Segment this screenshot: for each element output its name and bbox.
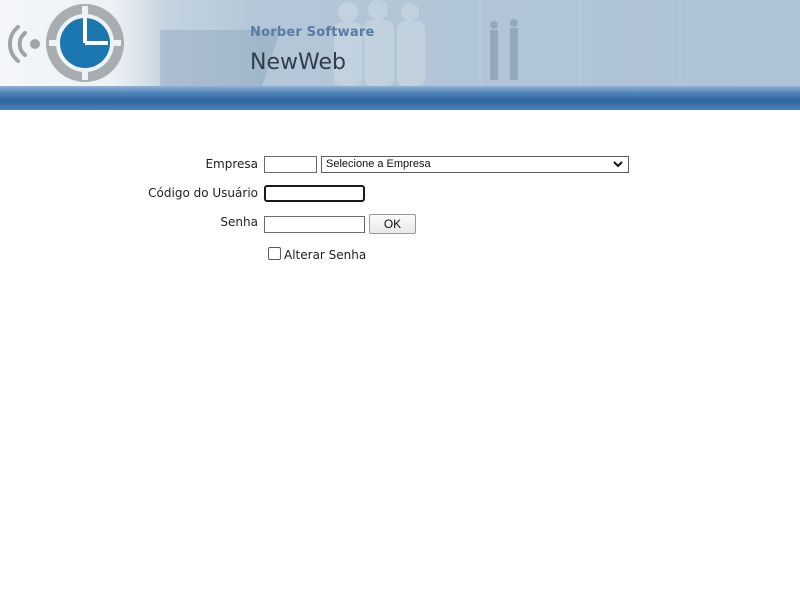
usuario-input[interactable] (264, 185, 365, 202)
empresa-select[interactable]: Selecione a Empresa (321, 156, 629, 173)
empresa-code-input[interactable] (264, 156, 317, 173)
alterar-senha-label[interactable]: Alterar Senha (284, 248, 366, 262)
senha-label: Senha (220, 215, 258, 229)
senha-input[interactable] (264, 216, 365, 233)
empresa-select-value: Selecione a Empresa (326, 158, 431, 170)
ok-button[interactable]: OK (369, 214, 416, 234)
empresa-label: Empresa (205, 157, 258, 171)
alterar-senha-checkbox[interactable] (268, 247, 281, 260)
chevron-down-icon (613, 161, 623, 168)
login-form: Empresa Selecione a Empresa Código do Us… (0, 0, 800, 600)
usuario-label: Código do Usuário (148, 186, 258, 200)
